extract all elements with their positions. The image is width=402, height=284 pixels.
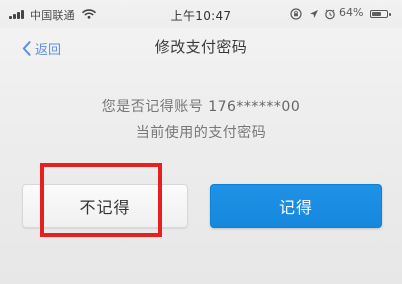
battery-percent: 64% [339, 6, 364, 19]
page-title: 修改支付密码 [154, 38, 248, 56]
screen: 中国联通 上午10:47 64% 返回 修改支付密码 您是否记得账号 176**… [0, 0, 402, 284]
account-number: 176******00 [208, 99, 301, 115]
forgot-password-label: 不记得 [79, 198, 131, 217]
location-arrow-icon [310, 10, 318, 18]
status-bar: 中国联通 上午10:47 64% [0, 0, 402, 28]
lock-rotation-icon [290, 8, 302, 20]
battery-icon [370, 10, 391, 18]
prompt-prefix: 您是否记得账号 [101, 99, 204, 115]
password-prompt: 您是否记得账号 176******00 当前使用的支付密码 [0, 94, 402, 146]
remember-password-button[interactable]: 记得 [210, 184, 382, 228]
prompt-line-2: 当前使用的支付密码 [135, 125, 267, 141]
remember-password-label: 记得 [278, 198, 313, 217]
battery-level [372, 12, 381, 16]
forgot-password-button[interactable]: 不记得 [22, 184, 188, 228]
nav-bar: 返回 修改支付密码 [0, 28, 402, 68]
prompt-line-1: 您是否记得账号 176******00 [0, 94, 402, 120]
alarm-clock-icon [325, 9, 335, 20]
